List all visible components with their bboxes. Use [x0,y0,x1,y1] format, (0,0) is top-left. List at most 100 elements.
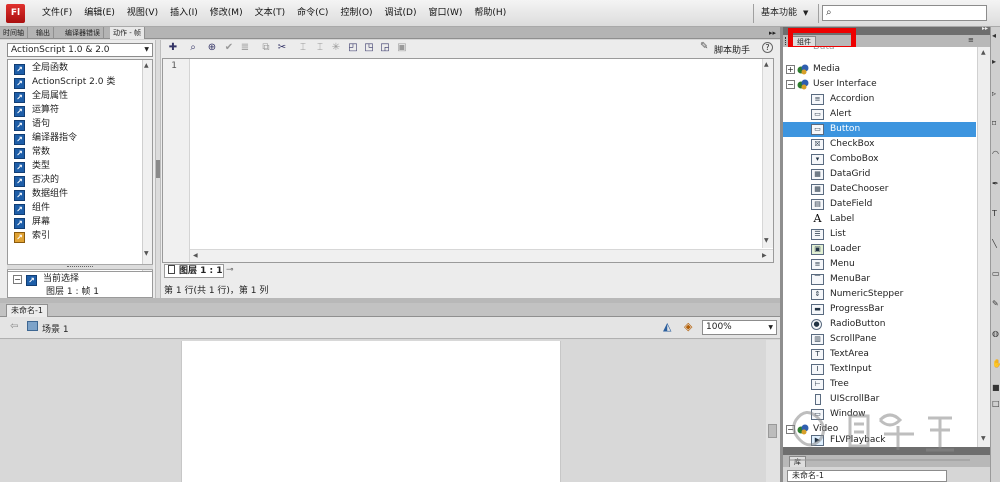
expand-tools-icon[interactable]: ◂ [992,31,1000,41]
component-loader[interactable]: ▣ Loader [783,242,976,257]
document-tab[interactable]: 未命名-1 [6,304,48,317]
scroll-up-icon[interactable]: ▲ [981,49,986,56]
show-toolbox-icon[interactable]: ▣ [395,41,409,55]
script-tab-layer[interactable]: 图层 1 : 1 [164,264,224,278]
code-hint-icon[interactable]: ⧉ [259,41,273,55]
panel-collapse-icon[interactable]: ▸▸ [769,27,776,39]
scroll-left-icon[interactable]: ◀ [193,252,198,259]
component-menu[interactable]: ≡ Menu [783,257,976,272]
component-scrollpane[interactable]: ▥ ScrollPane [783,332,976,347]
component-numericstepper[interactable]: ⇕ NumericStepper [783,287,976,302]
line-tool-icon[interactable]: ╲ [992,239,1000,249]
tree-folder-media[interactable]: + Media [783,62,976,77]
scroll-thumb[interactable] [768,424,777,438]
component-checkbox[interactable]: ☒ CheckBox [783,137,976,152]
component-datefield[interactable]: ▤ DateField [783,197,976,212]
component-uiscrollbar[interactable]: UIScrollBar [783,392,976,407]
scroll-right-icon[interactable]: ▶ [762,252,767,259]
scroll-down-icon[interactable]: ▼ [144,250,149,257]
fill-color-icon[interactable]: □ [992,399,1000,409]
scroll-up-icon[interactable]: ▲ [144,62,149,69]
collapse-icon[interactable]: − [786,80,795,89]
lasso-tool-icon[interactable]: ◠ [992,149,1000,159]
free-transform-tool-icon[interactable]: ⌑ [992,119,1000,129]
menu-control[interactable]: 控制(O) [334,0,378,27]
tab-library[interactable]: 库 [789,456,806,467]
help-icon[interactable]: ? [762,42,773,53]
workspace-switcher[interactable]: 基本功能 [761,0,797,27]
toolbox-collapse-handle[interactable] [155,40,161,298]
selection-tool-icon[interactable]: ▸ [992,57,1000,67]
edit-scene-icon[interactable]: ◭ [663,320,671,333]
menu-file[interactable]: 文件(F) [36,0,78,27]
component-flvplayback[interactable]: ▶ FLVPlayback [783,433,976,447]
toolbox-item[interactable]: ↗ 全局属性 [14,89,68,103]
toolbox-item[interactable]: ↗ 否决的 [14,173,59,187]
debug-options-icon[interactable]: ✂ [275,41,289,55]
help-search-input[interactable]: ⌕ [822,5,987,21]
collapse-braces-icon[interactable]: ⌶ [296,41,310,55]
component-textarea[interactable]: T TextArea [783,347,976,362]
stroke-color-icon[interactable]: ■ [992,383,1000,393]
hand-tool-icon[interactable]: ✋ [992,359,1000,369]
scroll-down-icon[interactable]: ▼ [764,237,769,244]
find-icon[interactable]: ⌕ [186,41,200,55]
component-datagrid[interactable]: ▦ DataGrid [783,167,976,182]
component-textinput[interactable]: I TextInput [783,362,976,377]
toolbox-item[interactable]: ↗ 运算符 [14,103,59,117]
editor-vertical-scrollbar[interactable]: ▲ ▼ [762,59,773,248]
menu-insert[interactable]: 插入(I) [164,0,204,27]
actionscript-version-select[interactable]: ActionScript 1.0 & 2.0 ▼ [7,43,153,57]
stage-vertical-scrollbar[interactable] [766,340,780,482]
menu-debug[interactable]: 调试(D) [379,0,423,27]
brush-tool-icon[interactable]: ◍ [992,329,1000,339]
auto-format-icon[interactable]: ≣ [238,41,252,55]
component-radiobutton[interactable]: ● RadioButton [783,317,976,332]
text-tool-icon[interactable]: T [992,209,1000,219]
tab-timeline[interactable]: 时间轴 [0,27,28,39]
expand-panel-icon[interactable]: ▸▸ [982,25,988,32]
apply-block-comment-icon[interactable]: ◰ [346,41,360,55]
zoom-select[interactable]: 100% ▼ [702,320,777,335]
toolbox-item[interactable]: ↗ 常数 [14,145,50,159]
expand-all-icon[interactable]: ✳ [329,41,343,55]
menu-edit[interactable]: 编辑(E) [78,0,121,27]
component-datechooser[interactable]: ▦ DateChooser [783,182,976,197]
scroll-up-icon[interactable]: ▲ [764,61,769,68]
component-window[interactable]: ▭ Window [783,407,976,422]
toolbox-item[interactable]: ↗ 语句 [14,117,50,131]
component-accordion[interactable]: ≡ Accordion [783,92,976,107]
toolbox-item[interactable]: ↗ 类型 [14,159,50,173]
component-combobox[interactable]: ▾ ComboBox [783,152,976,167]
component-list[interactable]: ☰ List [783,227,976,242]
scene-breadcrumb[interactable]: 场景 1 [42,322,69,335]
pencil-tool-icon[interactable]: ✎ [992,299,1000,309]
toolbox-item[interactable]: ↗ 编译器指令 [14,131,77,145]
menu-view[interactable]: 视图(V) [121,0,164,27]
script-editor[interactable]: 1 ▲ ▼ ◀ ▶ [162,58,774,263]
pin-script-icon[interactable]: ⊸ [226,265,234,275]
component-button[interactable]: ▭ Button [783,122,976,137]
menu-help[interactable]: 帮助(H) [468,0,512,27]
check-syntax-icon[interactable]: ✔ [222,41,236,55]
toolbox-item[interactable]: ↗ 全局函数 [14,61,68,75]
components-scrollbar[interactable]: ▲ ▼ [977,47,990,447]
subselection-tool-icon[interactable]: ▹ [992,89,1000,99]
editor-horizontal-scrollbar[interactable]: ◀ ▶ [190,249,773,262]
tab-output[interactable]: 输出 [33,27,54,39]
library-document-select[interactable]: 未命名-1 [787,470,947,482]
add-statement-icon[interactable]: ✚ [166,41,180,55]
collapse-icon[interactable]: − [13,275,22,284]
back-arrow-icon[interactable]: ⇦ [10,321,18,332]
script-assist-button[interactable]: 脚本助手 [714,43,750,56]
menu-text[interactable]: 文本(T) [249,0,292,27]
toolbox-item[interactable]: ↗ 屏幕 [14,215,50,229]
chevron-down-icon[interactable]: ▼ [803,0,808,27]
collapse-selection-icon[interactable]: ⌶ [313,41,327,55]
tab-actions-frame[interactable]: 动作 - 帧 [110,27,145,39]
component-alert[interactable]: ▭ Alert [783,107,976,122]
toolbox-splitter[interactable] [7,264,153,270]
component-label[interactable]: A Label [783,212,976,227]
remove-comment-icon[interactable]: ◲ [378,41,392,55]
edit-symbols-icon[interactable]: ◈ [684,320,692,333]
